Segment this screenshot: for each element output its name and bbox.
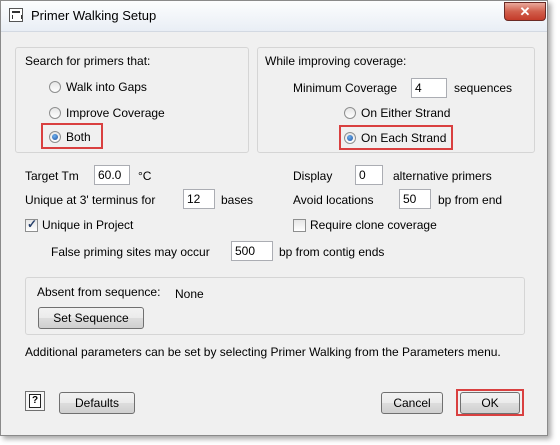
- false-priming-field[interactable]: 500: [231, 241, 273, 261]
- unique-in-project-checkbox[interactable]: [25, 217, 38, 232]
- unique-3prime-unit: bases: [221, 193, 254, 207]
- radio-on-either-strand-label[interactable]: On Either Strand: [361, 106, 450, 120]
- min-coverage-field[interactable]: 4: [411, 78, 447, 98]
- radio-improve-coverage-label[interactable]: Improve Coverage: [66, 106, 165, 120]
- help-button[interactable]: ?: [25, 391, 45, 411]
- target-tm-unit: °C: [138, 169, 152, 183]
- highlight-box-both: [41, 123, 103, 149]
- defaults-button[interactable]: Defaults: [59, 392, 135, 414]
- avoid-locations-field[interactable]: 50: [399, 189, 431, 209]
- require-clone-coverage-label[interactable]: Require clone coverage: [310, 218, 437, 232]
- primer-walking-setup-dialog: Primer Walking Setup ✕ Search for primer…: [0, 0, 548, 436]
- highlight-box-on-each-strand: [339, 125, 453, 150]
- unique-in-project-label[interactable]: Unique in Project: [42, 218, 133, 232]
- coverage-group-label: While improving coverage:: [265, 54, 407, 68]
- target-tm-label: Target Tm: [25, 169, 79, 183]
- radio-walk-into-gaps[interactable]: [49, 81, 61, 93]
- false-priming-unit: bp from contig ends: [279, 245, 385, 259]
- window-title: Primer Walking Setup: [31, 8, 157, 23]
- avoid-locations-label: Avoid locations: [293, 193, 374, 207]
- min-coverage-unit: sequences: [454, 81, 513, 95]
- radio-on-either-strand[interactable]: [344, 107, 356, 119]
- unique-3prime-label: Unique at 3' terminus for: [25, 193, 156, 207]
- display-label: Display: [293, 169, 333, 183]
- title-bar[interactable]: Primer Walking Setup ✕: [1, 1, 547, 32]
- help-icon: ?: [29, 394, 41, 408]
- highlight-box-ok: [456, 389, 524, 416]
- false-priming-label: False priming sites may occur: [51, 245, 210, 259]
- absent-value: None: [175, 287, 204, 301]
- search-group-label: Search for primers that:: [25, 54, 151, 68]
- display-field[interactable]: 0: [355, 165, 383, 185]
- display-unit: alternative primers: [393, 169, 492, 183]
- unique-3prime-field[interactable]: 12: [183, 189, 215, 209]
- avoid-locations-unit: bp from end: [438, 193, 503, 207]
- app-icon: [9, 8, 23, 22]
- target-tm-field[interactable]: 60.0: [94, 165, 130, 185]
- info-note: Additional parameters can be set by sele…: [25, 345, 501, 359]
- radio-walk-into-gaps-label[interactable]: Walk into Gaps: [66, 80, 147, 94]
- close-button[interactable]: ✕: [504, 2, 546, 21]
- require-clone-coverage-checkbox[interactable]: [293, 219, 306, 232]
- min-coverage-label: Minimum Coverage: [293, 81, 398, 95]
- radio-improve-coverage[interactable]: [49, 107, 61, 119]
- cancel-button[interactable]: Cancel: [381, 392, 443, 414]
- absent-label: Absent from sequence:: [37, 285, 161, 299]
- set-sequence-button[interactable]: Set Sequence: [38, 307, 144, 329]
